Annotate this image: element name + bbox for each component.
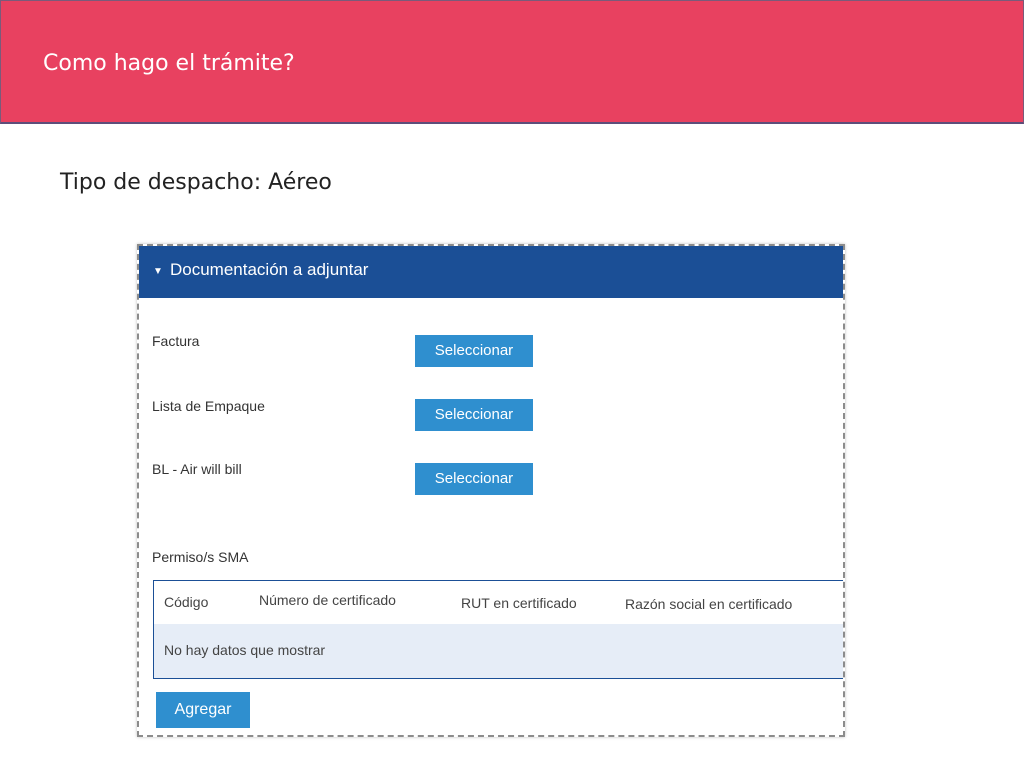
documents-panel: ▼ Documentación a adjuntar Factura Selec… [137,244,845,737]
panel-header[interactable]: ▼ Documentación a adjuntar [139,246,843,298]
select-lista-empaque-button[interactable]: Seleccionar [415,399,533,431]
slide-header: Como hago el trámite? [0,0,1024,124]
table-header: Código Número de certificado RUT en cert… [154,581,843,624]
select-bl-air-button[interactable]: Seleccionar [415,463,533,495]
empty-message: No hay datos que mostrar [164,642,326,658]
column-header-rut-certificado[interactable]: RUT en certificado [461,595,577,611]
document-label-factura: Factura [152,333,200,349]
slide-title: Como hago el trámite? [43,51,295,76]
column-header-codigo[interactable]: Código [164,594,208,610]
permits-table: Código Número de certificado RUT en cert… [153,580,843,679]
caret-down-icon[interactable]: ▼ [153,266,163,277]
dispatch-type-label: Tipo de despacho: Aéreo [60,170,332,195]
permits-section-label: Permiso/s SMA [152,549,249,565]
column-header-razon-social[interactable]: Razón social en certificado [625,596,792,612]
column-header-numero-certificado[interactable]: Número de certificado [259,592,396,608]
table-row-empty: No hay datos que mostrar [154,624,843,678]
document-label-bl-air: BL - Air will bill [152,461,242,477]
add-permit-button[interactable]: Agregar [156,692,250,728]
panel-title: Documentación a adjuntar [170,260,369,279]
document-label-lista-empaque: Lista de Empaque [152,398,265,414]
select-factura-button[interactable]: Seleccionar [415,335,533,367]
